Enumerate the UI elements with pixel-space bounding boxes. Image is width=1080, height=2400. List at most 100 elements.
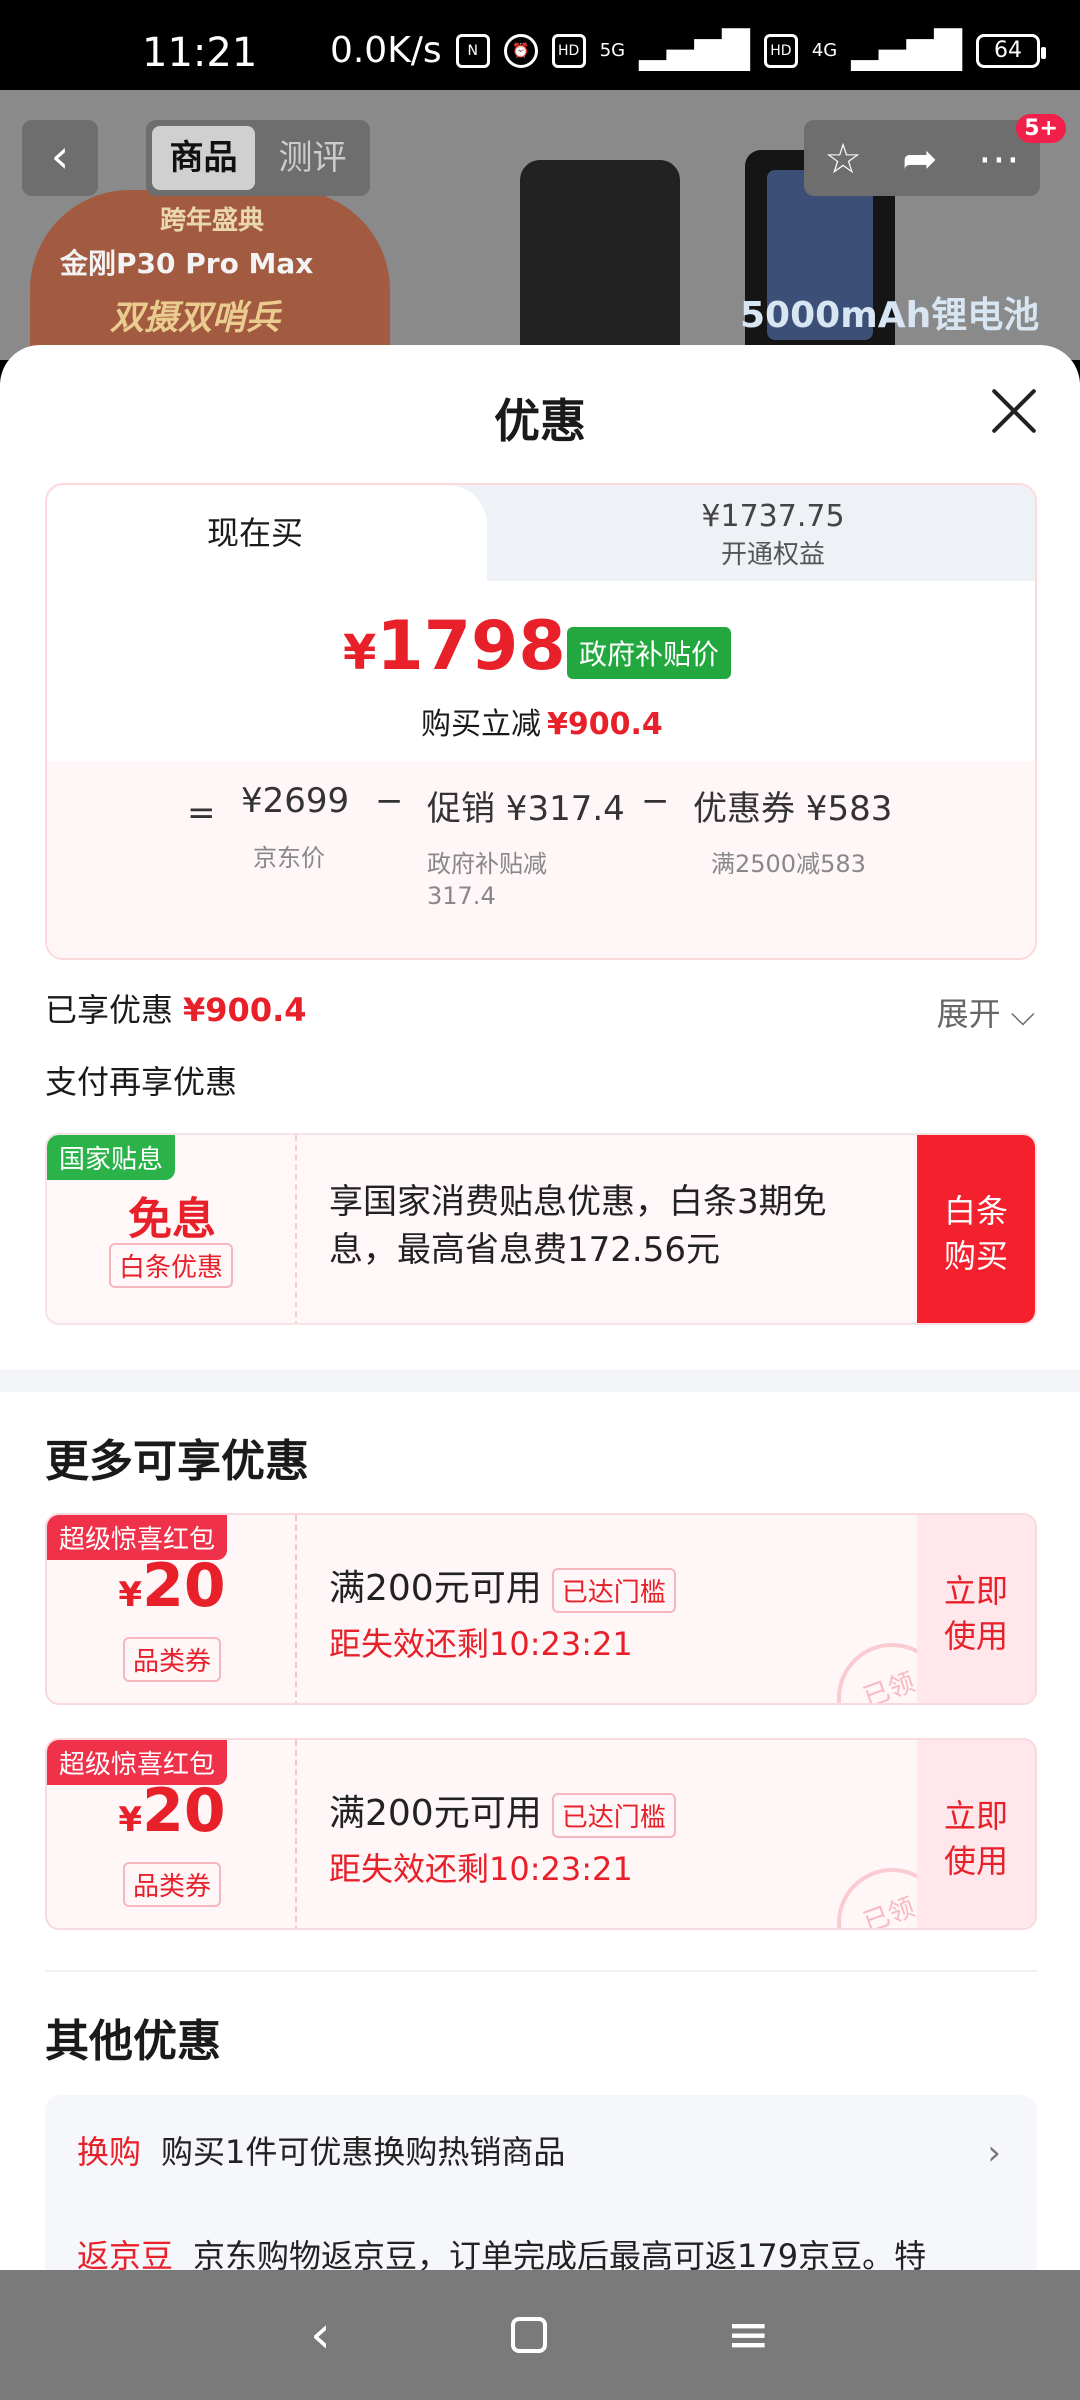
promo-discount: 促销 ¥317.4 [427,789,625,829]
product-image-lock [520,160,680,360]
use-now-button[interactable]: 立即 使用 [917,1515,1035,1703]
coupon-sub: 满2500减583 [711,850,866,878]
baitiao-tag: 国家贴息 [47,1135,176,1180]
section-divider-thin [45,1970,1037,1972]
offer-label: 换购 [77,2133,142,2171]
price-symbol: ¥ [343,625,377,681]
vip-label: 开通权益 [720,540,825,570]
instant-label: 购买立减 [421,707,541,742]
baitiao-sub: 白条优惠 [109,1243,234,1288]
instant-value: ¥900.4 [547,707,663,742]
tab-review[interactable]: 测评 [261,126,364,190]
chevron-left-icon: ‹ [50,129,70,183]
promo-line3: 双摄双哨兵 [110,298,280,338]
enjoyed-discount: 已享优惠 ¥900.4 [45,985,307,1031]
price-tabs: 现在买 ¥1737.75 开通权益 [47,485,1035,581]
minus-sign-2: − [641,781,670,821]
coupon-currency: ¥ [118,1800,143,1840]
price-breakdown: = ¥2699 京东价 − 促销 ¥317.4 政府补贴减 317.4 − 优惠… [47,761,1035,958]
status-time: 11:21 [142,30,258,76]
star-icon[interactable]: ☆ [824,134,862,183]
more-icon[interactable]: ⋯ [978,134,1020,183]
more-offers-title: 更多可享优惠 [45,1436,309,1487]
use-now-button[interactable]: 立即 使用 [917,1740,1035,1928]
message-badge: 5+ [1016,114,1066,143]
vip-price: ¥1737.75 [701,499,845,534]
coupon-condition: 满200元可用 已达门槛 [329,1559,676,1613]
coupon-type: 品类券 [123,1862,222,1907]
coupon-timer: 距失效还剩10:23:21 [329,1625,633,1663]
signal-icon: ▂▄▆█ [639,30,750,71]
promo-banner: 跨年盛典 金刚P30 Pro Max 双摄双哨兵 [30,190,390,360]
hd-icon: HD [551,33,586,68]
equals-sign: = [187,793,216,833]
close-button[interactable] [988,385,1040,437]
status-icons: 0.0K/s N ⏰ HD 5G ▂▄▆█ HD 4G ▂▄▆█ 64 [329,30,1046,71]
share-icon[interactable]: ➦ [902,134,937,183]
nav-menu-icon[interactable]: ≡ [726,2305,770,2365]
coupon-card[interactable]: 超级惊喜红包 ¥20 品类券 满200元可用 已达门槛 距失效还剩10:23:21… [45,1738,1037,1930]
coupon-card[interactable]: 超级惊喜红包 ¥20 品类券 满200元可用 已达门槛 距失效还剩10:23:21… [45,1513,1037,1705]
other-offers-list: 换购 购买1件可优惠换购热销商品 › 返京豆 京东购物返京豆，订单完成后最高可返17… [45,2095,1037,2270]
baitiao-btn-line1: 白条 [943,1192,1008,1230]
system-nav-bar: ‹ ≡ [0,2270,1080,2400]
baitiao-offer-card[interactable]: 国家贴息 免息 白条优惠 享国家消费贴息优惠，白条3期免息，最高省息费172.5… [45,1133,1037,1325]
use-btn-line1: 立即 [943,1797,1008,1835]
network-speed: 0.0K/s [329,30,442,71]
offer-text: 京东购物返京豆，订单完成后最高可返179京豆。特 [193,2237,927,2270]
signal-5g-label: 5G [599,39,626,61]
discount-sheet: 优惠 现在买 ¥1737.75 开通权益 ¥1798.6 政府补贴价 购买立减¥… [0,345,1080,2270]
baitiao-free-interest: 免息 [128,1194,216,1245]
coupon-timer: 距失效还剩10:23:21 [329,1850,633,1888]
coupon-type: 品类券 [123,1637,222,1682]
back-button[interactable]: ‹ [22,120,98,196]
coupon-condition: 满200元可用 已达门槛 [329,1784,676,1838]
promo-sub-1: 政府补贴减 [427,850,547,878]
enjoyed-value: ¥900.4 [183,991,307,1029]
header-actions: ☆ ➦ ⋯ [804,120,1040,196]
status-bar: 11:21 0.0K/s N ⏰ HD 5G ▂▄▆█ HD 4G ▂▄▆█ 6… [0,0,1080,90]
product-hero: 跨年盛典 金刚P30 Pro Max 双摄双哨兵 5000mAh锂电池 ‹ 商品… [0,90,1080,360]
coupon-amount: ¥20 [47,1776,297,1846]
promo-line2: 金刚P30 Pro Max [60,247,314,280]
promo-sub-2: 317.4 [427,882,496,910]
coupon-currency: ¥ [118,1575,143,1615]
minus-sign-1: − [375,781,404,821]
threshold-badge: 已达门槛 [551,1567,676,1613]
hd-icon-2: HD [763,33,798,68]
price-integer: 1798 [376,607,566,686]
use-btn-line2: 使用 [943,1616,1008,1655]
coupon-discount: 优惠券 ¥583 [693,789,893,829]
other-offers-title: 其他优惠 [45,2016,221,2067]
offer-label: 返京豆 [77,2237,174,2270]
instant-discount: 购买立减 ¥900.4 [421,699,663,743]
battery-banner: 5000mAh锂电池 [740,295,1040,336]
nav-back-icon[interactable]: ‹ [310,2305,331,2365]
offer-text: 购买1件可优惠换购热销商品 [161,2133,566,2171]
coupon-condition-text: 满200元可用 [329,1568,542,1609]
tab-product[interactable]: 商品 [152,126,255,190]
enjoyed-label: 已享优惠 [45,991,174,1029]
threshold-badge: 已达门槛 [551,1792,676,1838]
signal-4g-label: 4G [811,39,838,61]
section-divider [0,1370,1080,1392]
coupon-condition-text: 满200元可用 [329,1793,542,1834]
price-card: 现在买 ¥1737.75 开通权益 ¥1798.6 政府补贴价 购买立减¥900… [45,483,1037,960]
expand-toggle[interactable]: 展开 ⌵ [937,989,1035,1035]
battery-icon: 64 [976,33,1046,68]
use-btn-line2: 使用 [943,1841,1008,1880]
baitiao-btn-line2: 购买 [943,1236,1008,1275]
tab-vip-benefit[interactable]: ¥1737.75 开通权益 [507,499,1035,571]
nav-home-icon[interactable] [510,2317,547,2353]
signal-icon-2: ▂▄▆█ [851,30,962,71]
use-btn-line1: 立即 [943,1572,1008,1610]
coupon-amount: ¥20 [47,1551,297,1621]
tab-buy-now[interactable]: 现在买 [47,485,487,581]
chevron-right-icon: › [987,2133,1001,2173]
sheet-title: 优惠 [494,394,586,448]
offer-row-jingdou[interactable]: 返京豆 京东购物返京豆，订单完成后最高可返179京豆。特 [77,2231,926,2270]
promo-line1: 跨年盛典 [160,206,265,236]
baitiao-buy-button[interactable]: 白条 购买 [917,1135,1035,1323]
offer-row-exchange[interactable]: 换购 购买1件可优惠换购热销商品 [77,2127,565,2173]
baitiao-description: 享国家消费贴息优惠，白条3期免息，最高省息费172.56元 [329,1182,827,1270]
